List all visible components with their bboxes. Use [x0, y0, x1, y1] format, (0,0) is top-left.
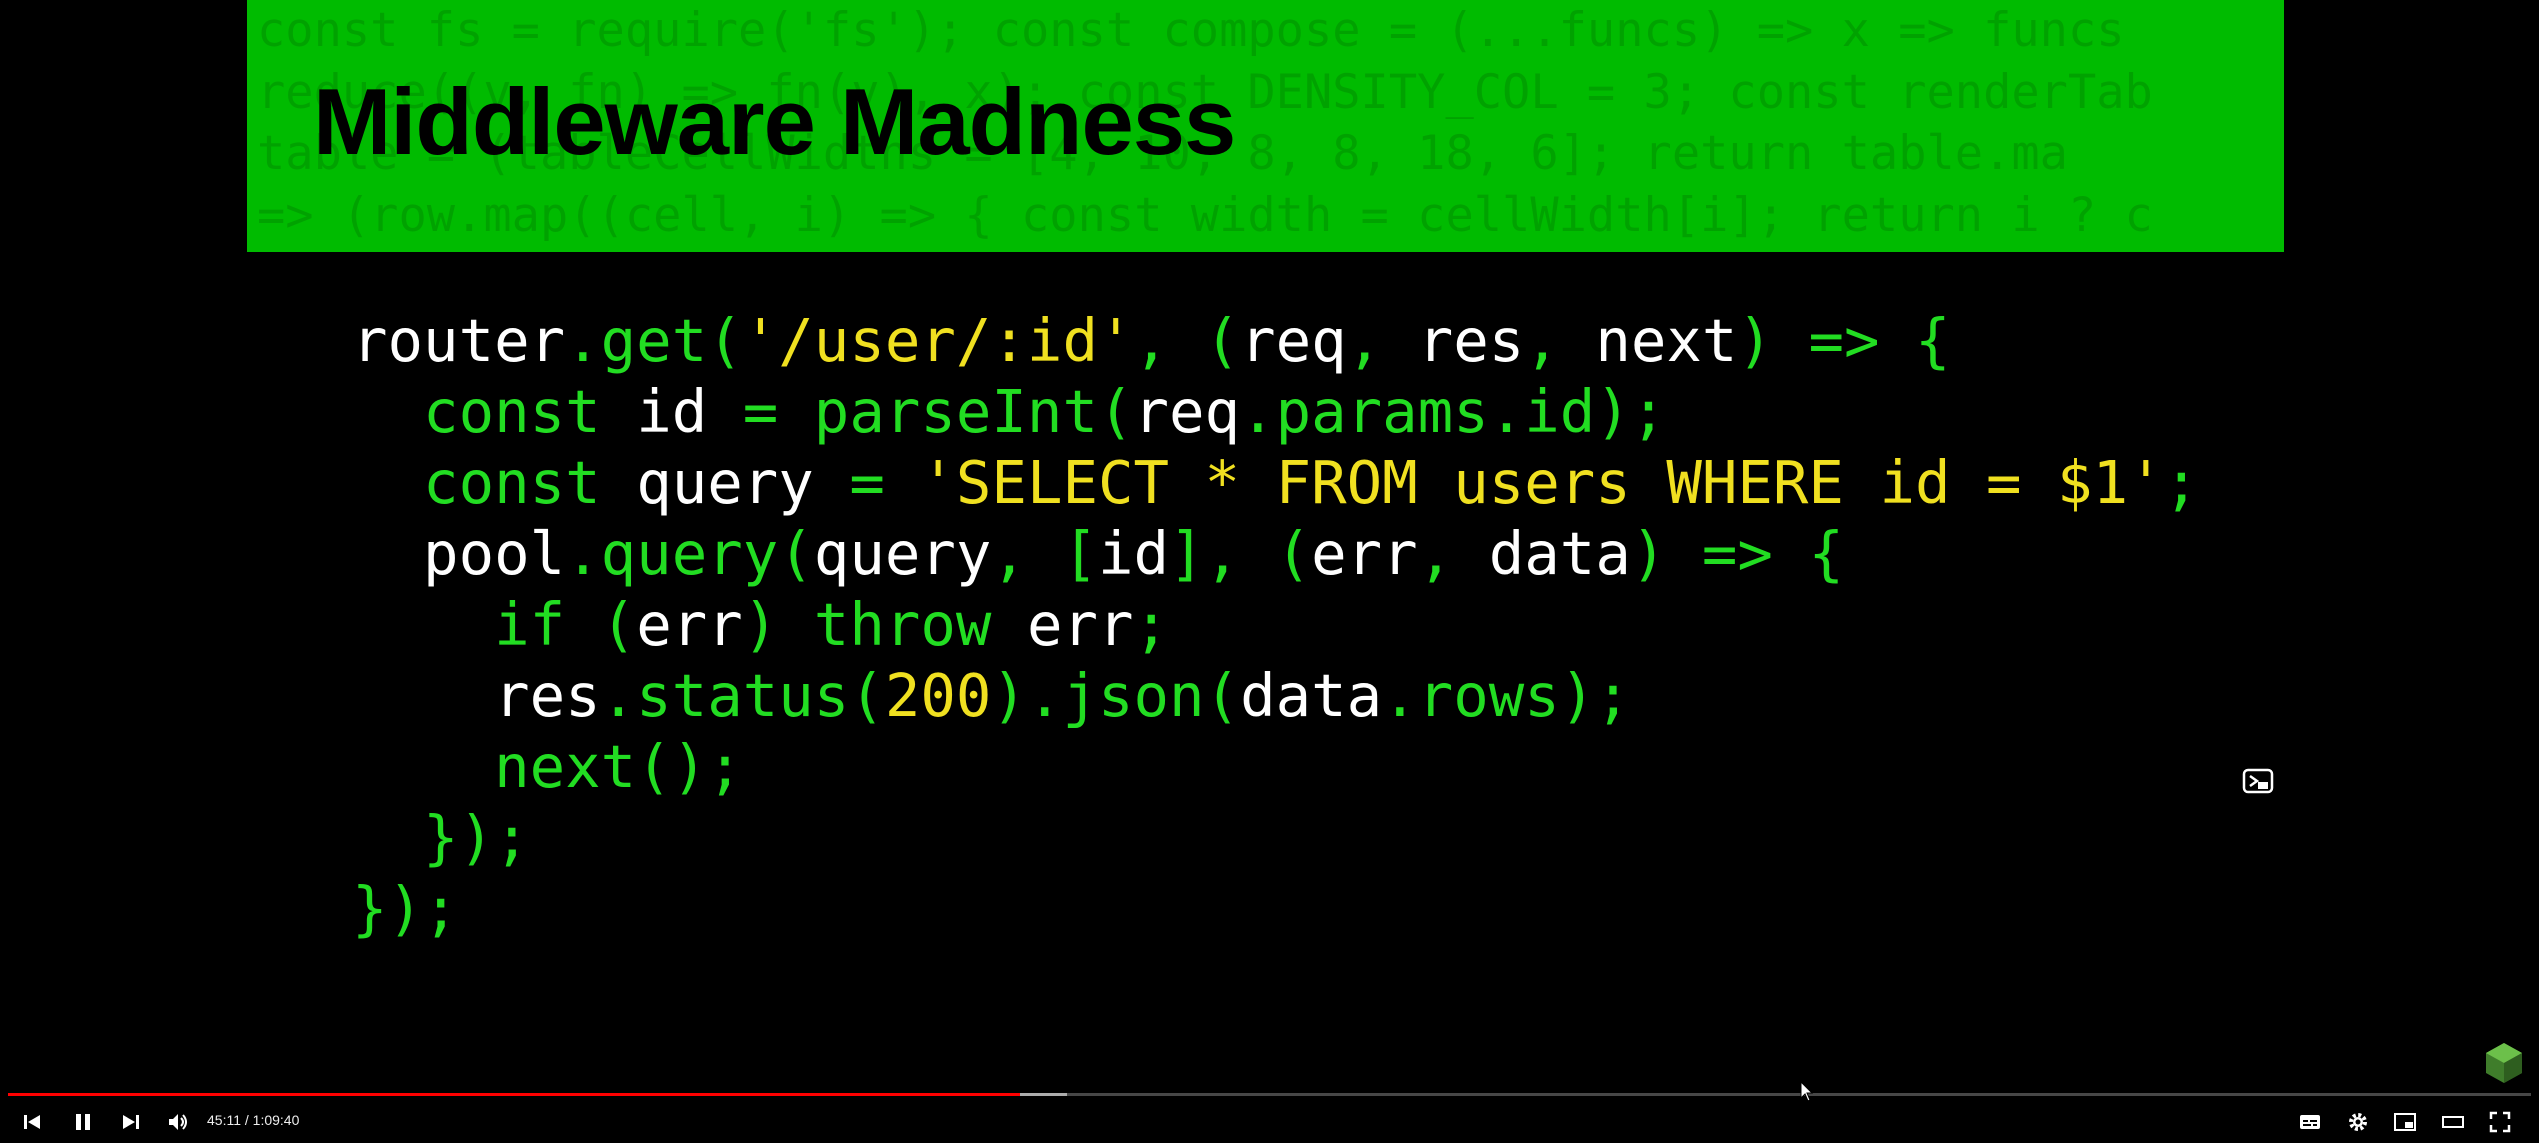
code-line: }); [352, 802, 2199, 873]
banner-code-line: const fs = require('fs'); const compose … [257, 3, 2125, 58]
progress-bar[interactable] [8, 1093, 2531, 1096]
subtitles-icon[interactable] [2296, 1108, 2324, 1136]
code-token: const [423, 448, 637, 517]
code-line: if (err) throw err; [352, 589, 2199, 660]
code-token: router [352, 306, 566, 375]
player-controls: 45:11 / 1:09:40 [0, 1100, 2539, 1143]
code-token: .params.id); [1240, 377, 1667, 446]
code-token: , [ [991, 519, 1098, 588]
code-token: next [1595, 306, 1738, 375]
code-token: .rows); [1382, 661, 1631, 730]
pause-icon[interactable] [69, 1108, 97, 1136]
code-token: , [1417, 519, 1489, 588]
code-token: '/user/:id' [742, 306, 1134, 375]
code-token: ) [991, 661, 1027, 730]
code-token: ], ( [1169, 519, 1312, 588]
code-token: data [1488, 519, 1631, 588]
code-token: .get( [565, 306, 743, 375]
code-block: router.get('/user/:id', (req, res, next)… [352, 305, 2199, 944]
banner-code-line: => (row.map((cell, i) => { const width =… [257, 187, 2153, 243]
code-token: id [636, 377, 743, 446]
gear-icon[interactable] [2344, 1108, 2372, 1136]
volume-icon[interactable] [164, 1108, 192, 1136]
miniplayer-icon[interactable] [2391, 1108, 2419, 1136]
code-token: err [636, 590, 743, 659]
fullscreen-icon[interactable] [2486, 1108, 2514, 1136]
code-line: router.get('/user/:id', (req, res, next)… [352, 305, 2199, 376]
code-token: , ( [1133, 306, 1241, 375]
cube-logo-icon [2485, 1042, 2523, 1084]
code-token: ) throw [742, 590, 1027, 659]
code-token: ) => { [1630, 519, 1844, 588]
code-token: .status( [600, 661, 885, 730]
skip-previous-icon[interactable] [18, 1108, 46, 1136]
code-token: ) => { [1737, 306, 1951, 375]
picture-in-picture-icon[interactable] [2242, 768, 2274, 794]
code-token: = [849, 448, 921, 517]
code-line: next(); [352, 731, 2199, 802]
code-token: , [1524, 306, 1596, 375]
code-token: }); [423, 803, 530, 872]
theater-mode-icon[interactable] [2439, 1108, 2467, 1136]
code-token: ; [2163, 448, 2200, 517]
code-token: ; [1133, 590, 1170, 659]
code-line: res.status(200).json(data.rows); [352, 660, 2199, 731]
code-token: }); [352, 874, 459, 943]
progress-played [8, 1093, 1021, 1096]
code-token: 'SELECT * FROM users WHERE id = $1' [920, 448, 2164, 517]
code-token: const [423, 377, 637, 446]
code-token: req [1133, 377, 1241, 446]
slide-title-banner: const fs = require('fs'); const compose … [247, 0, 2284, 252]
code-token: if ( [494, 590, 637, 659]
code-token: id [1097, 519, 1170, 588]
code-token: .json( [1026, 661, 1241, 730]
skip-next-icon[interactable] [117, 1108, 145, 1136]
code-token: req [1240, 306, 1347, 375]
code-token: , [1346, 306, 1418, 375]
code-token: data [1240, 661, 1383, 730]
code-token: 200 [884, 661, 992, 730]
code-token: = parseInt( [742, 377, 1134, 446]
time-display: 45:11 / 1:09:40 [207, 1112, 300, 1128]
code-line: }); [352, 873, 2199, 944]
code-token: pool [352, 519, 566, 588]
code-line: const query = 'SELECT * FROM users WHERE… [352, 447, 2199, 518]
code-line: pool.query(query, [id], (err, data) => { [352, 518, 2199, 589]
code-token: err [1311, 519, 1418, 588]
code-token: res [1417, 306, 1525, 375]
code-token: .query( [565, 519, 814, 588]
code-token: next(); [494, 732, 743, 801]
code-token: query [813, 519, 992, 588]
code-line: const id = parseInt(req.params.id); [352, 376, 2199, 447]
slide-title: Middleware Madness [313, 69, 1236, 174]
code-token: err [1026, 590, 1134, 659]
code-token: res [352, 661, 601, 730]
code-token: query [636, 448, 850, 517]
